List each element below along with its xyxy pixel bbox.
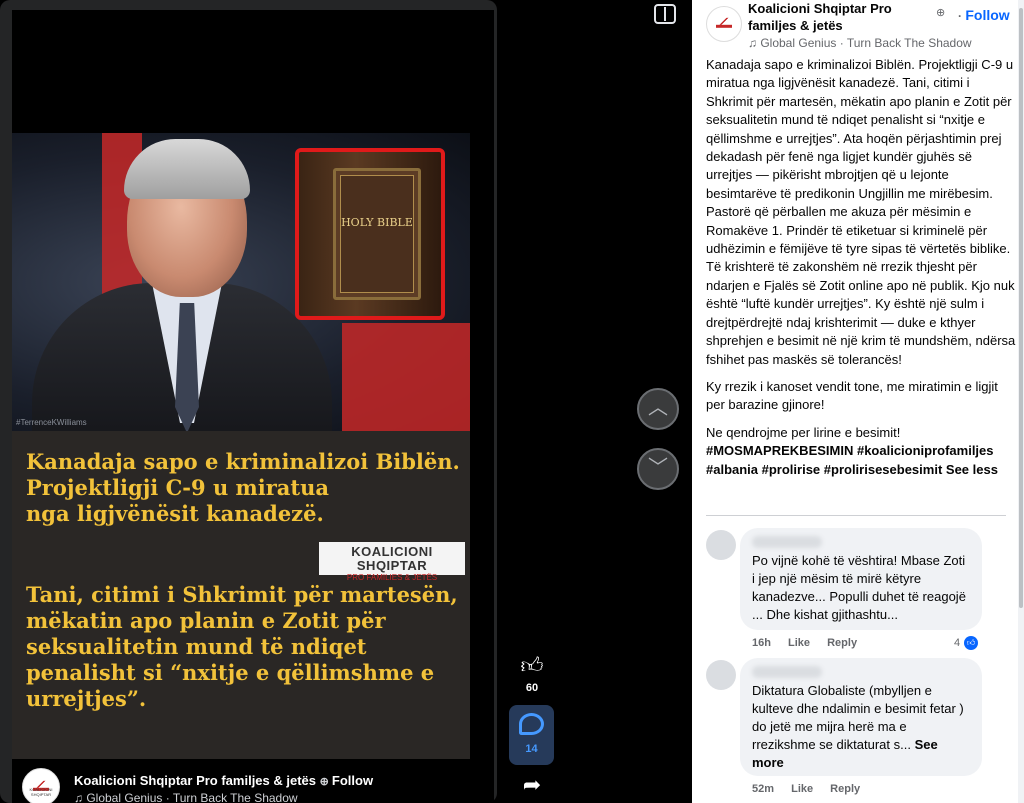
share-icon[interactable]: ➦ [517,772,547,798]
footer-audio[interactable]: ♫ Global Genius · Turn Back The Shadow [74,791,298,803]
like-icon[interactable]: 👍︎ [517,652,547,679]
reel-video[interactable]: HOLY BIBLE #TerrenceKWilliams Kanadaja s… [12,10,494,803]
comment-time-2[interactable]: 52m [752,783,774,795]
commenter-name-redacted [752,666,822,678]
reel-text-panel: Kanadaja sapo e kriminalizoi Biblën. Pro… [12,431,470,759]
comment-count: 14 [525,743,538,755]
previous-reel-button[interactable]: ︿ [637,388,679,430]
commenter-avatar[interactable] [706,660,736,690]
footer-follow-button[interactable]: Follow [332,773,373,788]
comment-like-2[interactable]: Like [791,783,813,795]
headline-top: Kanadaja sapo e kriminalizoi Biblën. Pro… [26,449,460,526]
sidebar-page-name[interactable]: Koalicioni Shqiptar Pro familjes & jetës [748,0,928,34]
follow-label: Follow [965,7,1010,23]
post-sidebar: Koalicioni Shqiptar Pro familjes & jetës… [692,0,1024,803]
headline-bottom: Tani, citimi i Shkrimit për martesën, më… [26,582,458,711]
coalition-logo: KOALICIONI SHQIPTAR PRO FAMILIES & JETËS [319,542,465,582]
comments-divider [706,515,1006,516]
like-reaction-icon: 👍︎ [964,636,978,650]
comment-meta-2: 52m Like Reply [752,783,874,795]
comment-button[interactable]: 14 [509,705,554,765]
flag-corner [342,323,470,431]
globe-icon: ⊕ [319,776,332,788]
reel-photo: HOLY BIBLE [12,133,470,431]
photo-watermark: #TerrenceKWilliams [16,418,87,427]
bible-highlight-box: HOLY BIBLE [295,148,445,320]
commenter-name-redacted [752,536,822,548]
reel-frame: HOLY BIBLE #TerrenceKWilliams Kanadaja s… [0,0,497,803]
sidebar-audio[interactable]: ♫ Global Genius · Turn Back The Shadow [748,36,972,50]
comment-icon [519,713,544,735]
bible-label: HOLY BIBLE [341,216,413,229]
like-count: 60 [525,682,539,694]
bible-book: HOLY BIBLE [333,168,421,300]
caption-paragraph-2: Ky rrezik i kanoset vendit tone, me mira… [706,378,998,413]
sidebar-scroll-thumb[interactable] [1019,8,1023,608]
caption-paragraph-1: Kanadaja sapo e kriminalizoi Biblën. Pro… [706,57,1016,367]
comment-bubble-1: Po vijnë kohë të vështira! Mbase Zoti i … [740,528,982,630]
footer-page-line: Koalicioni Shqiptar Pro familjes & jetës… [74,773,373,788]
see-less-link[interactable]: See less [946,462,998,477]
comment-bubble-2: Diktatura Globaliste (mbylljen e kulteve… [740,658,982,776]
avatar-text: KOALICIONI SHQIPTAR [29,787,53,797]
comment-reply-2[interactable]: Reply [830,783,860,795]
footer-page-name[interactable]: Koalicioni Shqiptar Pro familjes & jetës [74,773,316,788]
commenter-avatar[interactable] [706,530,736,560]
comment-meta-1: 16h Like Reply [752,637,871,649]
logo-house-icon [716,17,732,28]
expand-icon[interactable] [654,4,676,24]
sidebar-page-avatar[interactable] [706,6,742,42]
man-hair [124,139,250,199]
comment-text-1: Po vijnë kohë të vështira! Mbase Zoti i … [752,553,966,622]
globe-icon: ⊕ [936,7,946,19]
next-reel-button[interactable]: ﹀ [637,448,679,490]
caption-line: Ne qendrojme per lirine e besimit! [706,424,901,440]
viewport: HOLY BIBLE #TerrenceKWilliams Kanadaja s… [0,0,1024,803]
caption-paragraph-3: Ne qendrojme per lirine e besimit! #MOSM… [706,424,1018,479]
post-caption: Kanadaja sapo e kriminalizoi Biblën. Pro… [706,56,1018,488]
follow-button[interactable]: · Follow [958,7,1010,23]
comment-reply-1[interactable]: Reply [827,637,857,649]
logo-main-text: KOALICIONI SHQIPTAR [351,544,433,573]
page-avatar[interactable]: KOALICIONI SHQIPTAR [22,768,60,803]
video-letterbox [12,10,494,133]
reaction-count-1[interactable]: 4 [954,637,960,649]
comment-time-1[interactable]: 16h [752,637,771,649]
comment-like-1[interactable]: Like [788,637,810,649]
reel-footer: KOALICIONI SHQIPTAR Koalicioni Shqiptar … [12,759,494,803]
